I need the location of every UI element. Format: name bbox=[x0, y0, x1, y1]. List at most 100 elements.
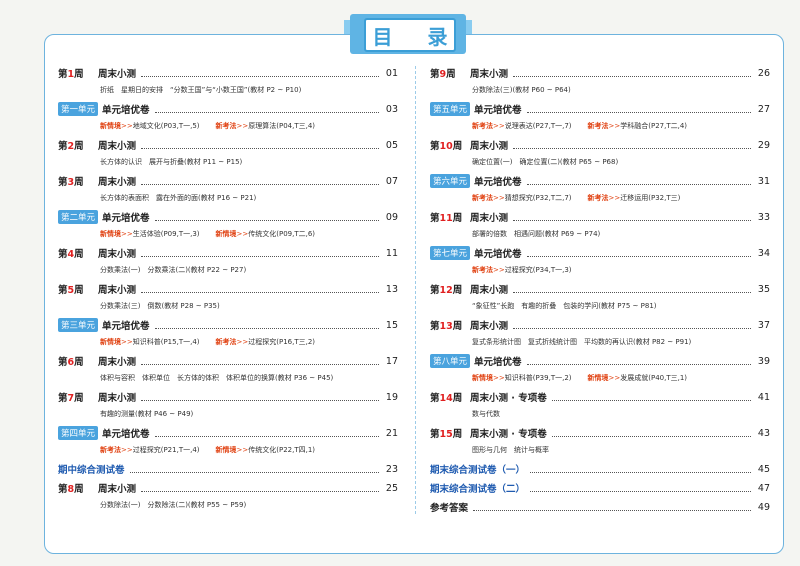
entry-subtitle: 分数乘法(三) 倒数(教材 P28 ~ P35) bbox=[100, 302, 220, 310]
toc-entry[interactable]: 第三单元 单元培优卷 15 新情境>>知识科普(P15,T一,4) 新考法>>过程探究(… bbox=[58, 316, 398, 352]
toc-entry[interactable]: 参考答案 49 bbox=[430, 498, 770, 517]
entry-subtitle: 长方体的认识 展开与折叠(教材 P11 ~ P15) bbox=[100, 158, 243, 166]
page-number: 31 bbox=[757, 175, 770, 187]
entry-title: 周末小测 bbox=[470, 69, 509, 80]
week-number: 11 bbox=[439, 213, 453, 224]
week-prefix: 第 bbox=[58, 249, 68, 260]
toc-entry-header: 第四单元 单元培优卷 21 bbox=[58, 424, 398, 442]
leader-dots bbox=[141, 285, 379, 293]
week-prefix: 第 bbox=[58, 357, 68, 368]
entry-title: 周末小测 bbox=[470, 285, 509, 296]
toc-entry[interactable]: 第六单元 单元培优卷 31 新考法>>猜想探究(P32,T二,7) 新考法>>迁移运用(… bbox=[430, 172, 770, 208]
tag-arrow: >> bbox=[608, 122, 621, 130]
week-suffix: 周 bbox=[446, 69, 456, 80]
toc-entry[interactable]: 第一单元 单元培优卷 03 新情境>>地域文化(P03,T一,5) 新考法>>原理算法(… bbox=[58, 100, 398, 136]
unit-badge: 第一单元 bbox=[58, 102, 99, 116]
week-suffix: 周 bbox=[452, 429, 463, 440]
toc-entry[interactable]: 第7周 周末小测 19 有趣的测量(教材 P46 ~ P49) bbox=[58, 388, 398, 424]
week-suffix: 周 bbox=[74, 393, 84, 404]
week-suffix: 周 bbox=[452, 321, 463, 332]
entry-subtitle: 长方体的表面积 露在外面的面(教材 P16 ~ P21) bbox=[100, 194, 257, 202]
toc-entry[interactable]: 期末综合测试卷（一） 45 bbox=[430, 460, 770, 479]
week-number: 12 bbox=[439, 285, 453, 296]
week-label: 第6周 bbox=[58, 354, 98, 368]
toc-entry[interactable]: 第9周 周末小测 26 分数除法(三)(教材 P60 ~ P64) bbox=[430, 64, 770, 100]
page-number: 47 bbox=[757, 482, 770, 494]
toc-entry[interactable]: 第14周 周末小测 · 专项卷 41 数与代数 bbox=[430, 388, 770, 424]
toc-entry-header: 第一单元 单元培优卷 03 bbox=[58, 100, 398, 118]
toc-entry[interactable]: 第二单元 单元培优卷 09 新情境>>生活体验(P09,T一,3) 新情境>>传统文化(… bbox=[58, 208, 398, 244]
toc-entry[interactable]: 第6周 周末小测 17 体积与容积 体积单位 长方体的体积 体积单位的换算(教材 P3… bbox=[58, 352, 398, 388]
tag-detail: 过程探究(P34,T一,3) bbox=[504, 266, 572, 274]
tag-detail: 说理表达(P27,T一,7) bbox=[504, 122, 572, 130]
tag-arrow: >> bbox=[493, 374, 505, 382]
toc-entry[interactable]: 第11周 周末小测 33 部署的倍数 相遇问题(教材 P69 ~ P74) bbox=[430, 208, 770, 244]
week-label: 第4周 bbox=[58, 246, 98, 260]
toc-entry[interactable]: 第12周 周末小测 35 “象征性”长跑 有趣的折叠 包装的学问(教材 P75 ~ P… bbox=[430, 280, 770, 316]
unit-badge: 第六单元 bbox=[430, 174, 471, 188]
toc-entry[interactable]: 第七单元 单元培优卷 34 新考法>>过程探究(P34,T一,3) bbox=[430, 244, 770, 280]
toc-entry[interactable]: 第3周 周末小测 07 长方体的表面积 露在外面的面(教材 P16 ~ P21) bbox=[58, 172, 398, 208]
column-divider bbox=[415, 66, 416, 514]
toc-entry-header: 第7周 周末小测 19 bbox=[58, 388, 398, 406]
toc-entry[interactable]: 第2周 周末小测 05 长方体的认识 展开与折叠(教材 P11 ~ P15) bbox=[58, 136, 398, 172]
week-prefix: 第 bbox=[430, 321, 440, 332]
entry-title: 周末小测 bbox=[98, 69, 137, 80]
toc-entry[interactable]: 第4周 周末小测 11 分数乘法(一) 分数乘法(二)(教材 P22 ~ P27) bbox=[58, 244, 398, 280]
toc-entry-header: 参考答案 49 bbox=[430, 498, 770, 516]
week-prefix: 第 bbox=[430, 285, 440, 296]
entry-subtitle: 部署的倍数 相遇问题(教材 P69 ~ P74) bbox=[472, 230, 601, 238]
leader-dots bbox=[530, 484, 751, 492]
entry-title: 周末小测 bbox=[98, 357, 137, 368]
toc-entry[interactable]: 第8周 周末小测 25 分数除法(一) 分数除法(二)(教材 P55 ~ P59) bbox=[58, 479, 398, 515]
leader-dots bbox=[141, 69, 379, 77]
toc-entry[interactable]: 期末综合测试卷（二） 47 bbox=[430, 479, 770, 498]
leader-dots bbox=[551, 393, 751, 401]
exam-title: 期末综合测试卷（一） bbox=[430, 465, 526, 476]
toc-entry[interactable]: 第10周 周末小测 29 确定位置(一) 确定位置(二)(教材 P65 ~ P68) bbox=[430, 136, 770, 172]
week-suffix: 周 bbox=[74, 249, 84, 260]
entry-subtitle: 复式条形统计图 复式折线统计图 平均数的再认识(教材 P82 ~ P91) bbox=[472, 338, 692, 346]
tag-label: 新考法 bbox=[587, 194, 609, 202]
leader-dots bbox=[513, 321, 751, 329]
entry-title: 周末小测 bbox=[98, 177, 137, 188]
toc-entry[interactable]: 第五单元 单元培优卷 27 新考法>>说理表达(P27,T一,7) 新考法>>学科融合(… bbox=[430, 100, 770, 136]
page-number: 23 bbox=[385, 463, 398, 475]
exam-title: 期末综合测试卷（二） bbox=[430, 484, 526, 495]
leader-dots bbox=[551, 429, 751, 437]
week-suffix: 周 bbox=[74, 484, 84, 495]
tag-detail: 学科融合(P27,T二,4) bbox=[620, 122, 688, 130]
entry-title: 周末小测 bbox=[98, 285, 137, 296]
toc-entry[interactable]: 第八单元 单元培优卷 39 新情境>>知识科普(P39,T一,2) 新情境>>发展成就(… bbox=[430, 352, 770, 388]
week-prefix: 第 bbox=[430, 429, 440, 440]
toc-right-column: 第9周 周末小测 26 分数除法(三)(教材 P60 ~ P64) 第五单元 单元培优卷 2… bbox=[430, 64, 770, 517]
tag-label: 新情境 bbox=[100, 338, 121, 346]
week-label: 第3周 bbox=[58, 174, 98, 188]
page-number: 11 bbox=[385, 247, 398, 259]
tag-arrow: >> bbox=[236, 338, 249, 346]
tag-label: 新情境 bbox=[100, 230, 121, 238]
page-number: 17 bbox=[385, 355, 398, 367]
toc-entry[interactable]: 第15周 周末小测 · 专项卷 43 图形与几何 统计与概率 bbox=[430, 424, 770, 460]
exam-title: 期中综合测试卷 bbox=[58, 465, 125, 476]
toc-entry-header: 第10周 周末小测 29 bbox=[430, 136, 770, 154]
entry-subtitle: 分数乘法(一) 分数乘法(二)(教材 P22 ~ P27) bbox=[100, 266, 247, 274]
toc-entry[interactable]: 期中综合测试卷 23 bbox=[58, 460, 398, 479]
entry-tags: 新考法>>猜想探究(P32,T二,7) 新考法>>迁移运用(P32,T三) bbox=[430, 193, 770, 203]
toc-entry[interactable]: 第5周 周末小测 13 分数乘法(三) 倒数(教材 P28 ~ P35) bbox=[58, 280, 398, 316]
page-number: 39 bbox=[757, 355, 770, 367]
week-prefix: 第 bbox=[430, 213, 440, 224]
week-label: 第7周 bbox=[58, 390, 98, 404]
entry-title: 单元培优卷 bbox=[102, 429, 150, 440]
toc-entry[interactable]: 第四单元 单元培优卷 21 新考法>>过程探究(P21,T一,4) 新情境>>传统文化(… bbox=[58, 424, 398, 460]
unit-badge: 第二单元 bbox=[58, 210, 99, 224]
tag-detail: 知识科普(P15,T一,4) bbox=[132, 338, 200, 346]
toc-entry-header: 第八单元 单元培优卷 39 bbox=[430, 352, 770, 370]
tag-arrow: >> bbox=[236, 230, 249, 238]
toc-entry[interactable]: 第1周 周末小测 01 折纸 星期日的安排 “分数王国”与“小数王国”(教材 P2 ~… bbox=[58, 64, 398, 100]
tag-detail: 过程探究(P16,T三,2) bbox=[248, 338, 316, 346]
toc-entry[interactable]: 第13周 周末小测 37 复式条形统计图 复式折线统计图 平均数的再认识(教材 P82… bbox=[430, 316, 770, 352]
page-number: 03 bbox=[385, 103, 398, 115]
page-number: 37 bbox=[757, 319, 770, 331]
tag-detail: 生活体验(P09,T一,3) bbox=[132, 230, 200, 238]
